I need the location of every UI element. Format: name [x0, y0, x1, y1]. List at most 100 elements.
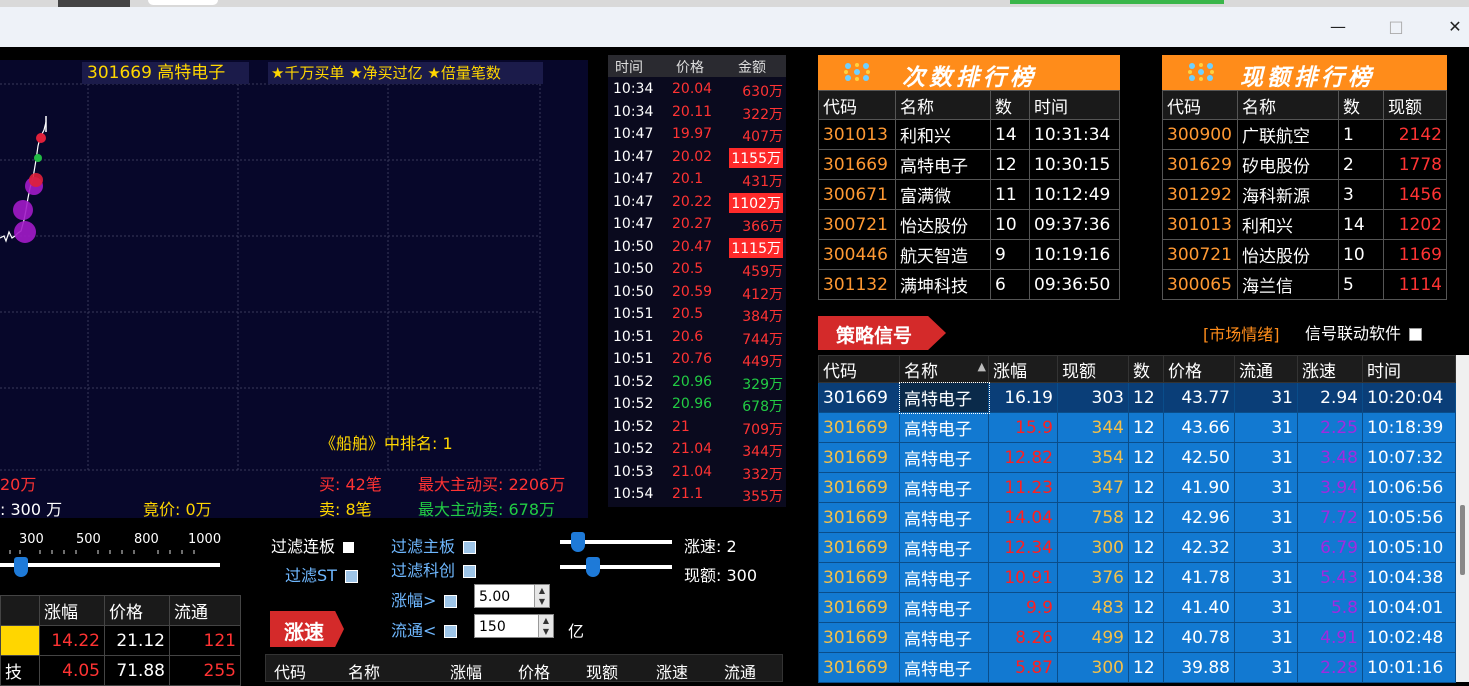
tick-price: 20.11 — [672, 103, 713, 120]
liutong-input[interactable]: 150 ▲ ▼ — [474, 614, 554, 638]
row-name: 高特电子 — [899, 472, 989, 503]
tick-amount: 678万 — [742, 399, 783, 415]
strategy-signal-table[interactable]: 代码 名称 ▲ 涨幅 现额 数 价格 流通 涨速 时间 301669 高特电子 16.… — [818, 355, 1456, 683]
rank-row[interactable]: 301132 满坤科技 6 09:36:50 — [818, 269, 1120, 300]
signal-row[interactable]: 301669 高特电子 12.34 300 12 42.32 31 6.79 10:05:10 — [818, 532, 1456, 563]
market-sentiment-link[interactable]: [市场情绪] — [1203, 321, 1280, 345]
intraday-chart[interactable]: 301669 高特电子 ★千万买单 ★净买过亿 ★倍量笔数 《船舶》中排名: 1 — [0, 60, 588, 518]
table-row[interactable]: 技 4.05 71.88 255 — [0, 655, 241, 686]
filter-kechuang[interactable]: 过滤科创 — [391, 557, 477, 581]
row-count: 12 — [1128, 412, 1164, 443]
rank-row[interactable]: 301292 海科新源 3 1456 — [1162, 179, 1447, 210]
col-speed[interactable]: 涨速 — [656, 659, 688, 683]
rank-row[interactable]: 300721 怡达股份 10 1169 — [1162, 239, 1447, 270]
row-name: 高特电子 — [898, 381, 990, 414]
count-rank-panel: 次数排行榜 代码 名称 数 时间 301013 利和兴 14 10:31:34 3016… — [818, 55, 1120, 300]
col-code[interactable]: 代码 — [274, 659, 306, 683]
zhangfu-checkbox[interactable] — [444, 595, 458, 608]
col-price[interactable]: 价格 — [518, 659, 550, 683]
amount-slider-thumb[interactable] — [14, 557, 28, 577]
col-change[interactable]: 涨幅 — [39, 595, 105, 626]
col-float[interactable]: 流通 — [724, 659, 756, 683]
rank-row[interactable]: 300446 航天智造 9 10:19:16 — [818, 239, 1120, 270]
filter-st[interactable]: 过滤ST — [285, 562, 358, 586]
row-value: 2142 — [1383, 119, 1447, 150]
rank-row[interactable]: 301013 利和兴 14 1202 — [1162, 209, 1447, 240]
tick-row: 10:47 20.02 1155万 — [608, 147, 786, 169]
col-amount[interactable]: 现额 — [586, 659, 618, 683]
col-name — [0, 595, 40, 626]
row-price: 40.78 — [1163, 622, 1235, 653]
filter-lianban-checkbox[interactable] — [343, 542, 355, 553]
signal-row[interactable]: 301669 高特电子 9.9 483 12 41.40 31 5.8 10:04:01 — [818, 592, 1456, 623]
xiane-slider-track[interactable] — [560, 565, 672, 569]
vertical-scrollbar[interactable] — [1456, 355, 1469, 682]
tick-time: 10:52 — [613, 418, 654, 435]
col-code: 代码 — [1162, 90, 1238, 120]
speed-results-table[interactable]: 涨幅 价格 流通 14.22 21.12 121 技 4.05 71.88 25… — [0, 595, 241, 686]
signal-row[interactable]: 301669 高特电子 12.82 354 12 42.50 31 3.48 10:07:32 — [818, 442, 1456, 473]
signal-row[interactable]: 301669 高特电子 8.26 499 12 40.78 31 4.91 10:02:48 — [818, 622, 1456, 653]
col-speed[interactable]: 涨速 — [1297, 355, 1363, 383]
col-count[interactable]: 数 — [1128, 355, 1164, 383]
signal-row[interactable]: 301669 高特电子 5.87 300 12 39.88 31 2.28 10:01:16 — [818, 652, 1456, 683]
filter-zhuban-checkbox[interactable] — [463, 541, 477, 554]
minimize-button[interactable]: — — [1318, 16, 1358, 38]
signal-row[interactable]: 301669 高特电子 15.9 344 12 43.66 31 2.25 10:18:39 — [818, 412, 1456, 443]
signal-link-checkbox[interactable] — [1409, 328, 1423, 341]
col-name[interactable]: 名称 — [348, 659, 380, 683]
col-time[interactable]: 时间 — [1362, 355, 1456, 383]
filter-st-checkbox[interactable] — [344, 570, 358, 583]
rank-row[interactable]: 300065 海兰信 5 1114 — [1162, 269, 1447, 300]
maximize-button[interactable]: □ — [1376, 16, 1416, 38]
taskbar-tab[interactable] — [58, 0, 130, 7]
close-button[interactable]: ✕ — [1435, 16, 1469, 38]
signal-row[interactable]: 301669 高特电子 16.19 303 12 43.77 31 2.94 10:20:04 — [818, 381, 1456, 414]
tick-amount: 384万 — [742, 309, 783, 325]
row-float: 31 — [1234, 382, 1298, 413]
tab-shape[interactable] — [148, 0, 218, 5]
tick-list[interactable]: 时间 价格 金额 10:34 20.04 630万 10:34 20.11 322万 10:… — [608, 55, 786, 507]
count-rank-table: 代码 名称 数 时间 301013 利和兴 14 10:31:34 301669 高特电子… — [818, 90, 1120, 300]
row-name-cell: 技 — [0, 655, 40, 686]
zhangfu-filter[interactable]: 涨幅> — [391, 587, 458, 611]
amount-rank-panel: 现额排行榜 代码 名称 数 现额 300900 广联航空 1 2142 301629 矽电… — [1162, 55, 1447, 300]
signal-row[interactable]: 301669 高特电子 10.91 376 12 41.78 31 5.43 10:04:38 — [818, 562, 1456, 593]
zhangfu-input[interactable]: 5.00 ▲ ▼ — [474, 584, 550, 608]
zhangsu-slider-thumb[interactable] — [571, 532, 585, 552]
row-count: 12 — [1128, 652, 1164, 683]
row-value: 1456 — [1383, 179, 1447, 210]
rank-row[interactable]: 300671 富满微 11 10:12:49 — [818, 179, 1120, 210]
filter-lianban[interactable]: 过滤连板 — [271, 533, 355, 557]
filter-zhuban[interactable]: 过滤主板 — [391, 533, 477, 557]
scrollbar-thumb[interactable] — [1460, 505, 1465, 575]
col-change[interactable]: 涨幅 — [988, 355, 1058, 383]
col-float[interactable]: 流通 — [169, 595, 241, 626]
col-float[interactable]: 流通 — [1234, 355, 1298, 383]
liutong-filter[interactable]: 流通< — [391, 617, 458, 641]
col-price[interactable]: 价格 — [1163, 355, 1235, 383]
col-amount[interactable]: 现额 — [1057, 355, 1129, 383]
col-price[interactable]: 价格 — [104, 595, 170, 626]
tick-row: 10:50 20.59 412万 — [608, 282, 786, 304]
rank-row[interactable]: 301629 矽电股份 2 1778 — [1162, 149, 1447, 180]
filter-kechuang-checkbox[interactable] — [463, 565, 477, 578]
col-code[interactable]: 代码 — [818, 355, 900, 383]
col-change[interactable]: 涨幅 — [450, 659, 482, 683]
rank-row[interactable]: 300721 怡达股份 10 09:37:36 — [818, 209, 1120, 240]
col-name[interactable]: 名称 ▲ — [899, 355, 989, 383]
rank-row[interactable]: 300900 广联航空 1 2142 — [1162, 119, 1447, 150]
signal-link-software[interactable]: 信号联动软件 — [1305, 320, 1423, 344]
spinner-icon[interactable]: ▲ ▼ — [534, 585, 549, 607]
row-float: 255 — [169, 655, 241, 686]
liutong-checkbox[interactable] — [444, 625, 458, 638]
table-row[interactable]: 14.22 21.12 121 — [0, 625, 241, 656]
rank-row[interactable]: 301669 高特电子 12 10:30:15 — [818, 149, 1120, 180]
rank-row[interactable]: 301013 利和兴 14 10:31:34 — [818, 119, 1120, 150]
spinner-icon[interactable]: ▲ ▼ — [538, 615, 553, 637]
xiane-slider-thumb[interactable] — [586, 557, 600, 577]
tick-amount: 407万 — [742, 129, 783, 145]
signal-row[interactable]: 301669 高特电子 14.04 758 12 42.96 31 7.72 10:05:56 — [818, 502, 1456, 533]
row-count: 12 — [1128, 532, 1164, 563]
signal-row[interactable]: 301669 高特电子 11.23 347 12 41.90 31 3.94 10:06:56 — [818, 472, 1456, 503]
